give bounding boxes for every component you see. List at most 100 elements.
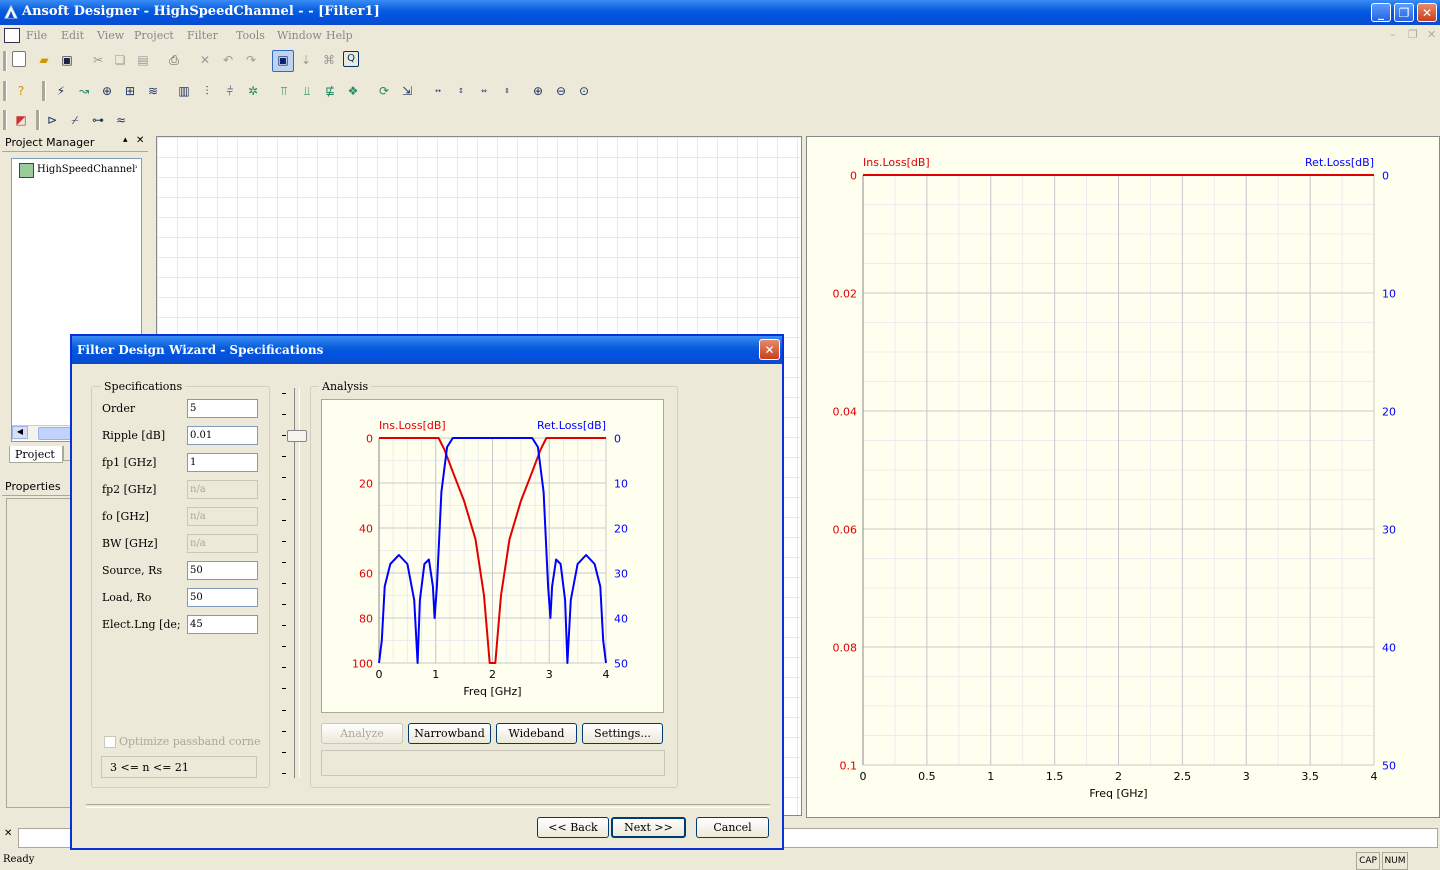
delete-icon[interactable]: ✕ [196, 51, 214, 69]
dialog-close-button[interactable]: ✕ [759, 339, 780, 360]
status-cap: CAP [1356, 852, 1380, 870]
filter-tool-7-icon[interactable]: ⫶ [198, 82, 216, 100]
settings-button[interactable]: Settings... [582, 723, 663, 744]
panel-pin-icon[interactable]: ▴ [123, 135, 128, 145]
schematic-icon[interactable]: ◩ [12, 111, 30, 129]
y-left-tick-label: 40 [359, 523, 373, 536]
specifications-group [91, 386, 270, 788]
scroll-left-icon[interactable]: ◀ [12, 426, 28, 439]
help-pointer-icon[interactable]: ? [12, 82, 30, 100]
menu-edit[interactable]: Edit [61, 29, 84, 42]
field-input[interactable]: 0.01 [187, 426, 258, 445]
filter-tool-11-icon[interactable]: ⫫ [298, 82, 316, 100]
redo-icon[interactable]: ↷ [242, 51, 260, 69]
zoom-out-icon[interactable]: ⊖ [552, 82, 570, 100]
auto-y-icon[interactable]: ↕ [452, 82, 470, 100]
quick-report-icon[interactable]: Q [343, 51, 359, 67]
mdi-minimize-icon[interactable]: – [1390, 28, 1396, 41]
refresh-icon[interactable]: ⟳ [375, 82, 393, 100]
y-left-tick-label: 60 [359, 568, 373, 581]
mdi-close-icon[interactable]: ✕ [1427, 28, 1436, 41]
open-folder-icon[interactable]: ▰ [35, 51, 53, 69]
order-slider-thumb[interactable] [287, 430, 307, 442]
y-right-tick-label: 10 [1382, 288, 1396, 301]
y-right-tick-label: 20 [614, 523, 628, 536]
save-icon[interactable]: ▣ [58, 51, 76, 69]
print-icon[interactable]: ⎙ [165, 51, 183, 69]
push-excitation-icon[interactable]: ⇣ [297, 51, 315, 69]
slider-tick [282, 646, 286, 648]
select-mode-icon[interactable]: ▣ [272, 50, 294, 72]
filter-tool-13-icon[interactable]: ❖ [344, 82, 362, 100]
copy-icon[interactable]: ❏ [111, 51, 129, 69]
new-file-icon[interactable] [12, 51, 26, 67]
slider-tick [282, 393, 286, 394]
menu-tools[interactable]: Tools [236, 29, 265, 42]
hierarchy-icon[interactable]: ⌘ [320, 51, 338, 69]
paste-icon[interactable]: ▤ [134, 51, 152, 69]
zoom-all-icon[interactable]: ⊙ [575, 82, 593, 100]
ground-icon[interactable]: ≈ [112, 111, 130, 129]
restore-button[interactable]: ❐ [1394, 3, 1414, 22]
next-button[interactable]: Next >> [611, 817, 686, 838]
menu-project[interactable]: Project [134, 29, 174, 42]
slider-tick [282, 772, 286, 774]
x-tick-label: 0 [376, 668, 383, 681]
undo-icon[interactable]: ↶ [219, 51, 237, 69]
analysis-plot-panel: 0 1 2 3 4 0 20 40 60 80 100 0 10 20 30 40 50 Ins.Loss[dB]… [321, 399, 664, 713]
slider-tick [282, 477, 286, 479]
order-slider-track[interactable] [294, 388, 300, 778]
filter-wizard-icon[interactable]: ⚡ [52, 82, 70, 100]
filter-tool-10-icon[interactable]: ⫪ [275, 82, 293, 100]
minimize-button[interactable]: _ [1371, 3, 1391, 22]
optimize-checkbox[interactable] [104, 736, 116, 748]
menu-view[interactable]: View [97, 29, 124, 42]
tab-project[interactable]: Project [9, 446, 63, 463]
filter-tool-12-icon[interactable]: ⋢ [321, 82, 339, 100]
filter-tool-3-icon[interactable]: ⊕ [98, 82, 116, 100]
port-icon[interactable]: ⊶ [89, 111, 107, 129]
span-y-icon[interactable]: ⇕ [498, 82, 516, 100]
filter-tool-2-icon[interactable]: ↝ [75, 82, 93, 100]
close-button[interactable]: ✕ [1417, 3, 1437, 22]
menu-file[interactable]: File [26, 29, 47, 42]
y-left-tick-label: 0.1 [840, 760, 858, 773]
y-left-tick-label: 0.08 [833, 642, 858, 655]
x-tick-label: 0 [860, 770, 867, 783]
menu-window[interactable]: Window [277, 29, 322, 42]
wideband-button[interactable]: Wideband [496, 723, 577, 744]
field-input[interactable]: 5 [187, 399, 258, 418]
filter-tool-9-icon[interactable]: ✲ [244, 82, 262, 100]
filter-tool-6-icon[interactable]: ▥ [175, 82, 193, 100]
field-input[interactable]: 50 [187, 561, 258, 580]
filter-tool-4-icon[interactable]: ⊞ [121, 82, 139, 100]
component-icon[interactable]: ⊳ [43, 111, 61, 129]
mdi-doc-icon[interactable] [4, 28, 20, 43]
tree-item-project[interactable]: HighSpeedChannel* [37, 164, 137, 175]
window-title: Ansoft Designer - HighSpeedChannel - - [… [22, 4, 380, 19]
analyze-button[interactable]: Analyze [321, 723, 403, 744]
menu-filter[interactable]: Filter [187, 29, 218, 42]
zoom-to-fit-icon[interactable]: ⇲ [398, 82, 416, 100]
cut-icon[interactable]: ✂ [89, 51, 107, 69]
field-input[interactable]: 1 [187, 453, 258, 472]
field-input[interactable]: 45 [187, 615, 258, 634]
mdi-restore-icon[interactable]: ❐ [1408, 28, 1418, 41]
field-label: fp2 [GHz] [102, 483, 157, 496]
narrowband-button[interactable]: Narrowband [408, 723, 491, 744]
filter-tool-8-icon[interactable]: ⫩ [221, 82, 239, 100]
filter-tool-5-icon[interactable]: ≋ [144, 82, 162, 100]
message-close-icon[interactable]: ✕ [4, 828, 12, 839]
back-button[interactable]: << Back [537, 817, 609, 838]
panel-close-icon[interactable]: ✕ [136, 135, 144, 146]
menu-help[interactable]: Help [326, 29, 353, 42]
y-left-tick-label: 80 [359, 613, 373, 626]
field-input[interactable]: 50 [187, 588, 258, 607]
cancel-button[interactable]: Cancel [696, 817, 769, 838]
wire-icon[interactable]: ⌿ [66, 111, 84, 129]
zoom-in-icon[interactable]: ⊕ [529, 82, 547, 100]
span-x-icon[interactable]: ⇔ [475, 82, 493, 100]
project-manager-header: Project Manager ▴ ✕ [2, 135, 148, 152]
field-label: Order [102, 402, 136, 415]
auto-x-icon[interactable]: ↔ [429, 82, 447, 100]
